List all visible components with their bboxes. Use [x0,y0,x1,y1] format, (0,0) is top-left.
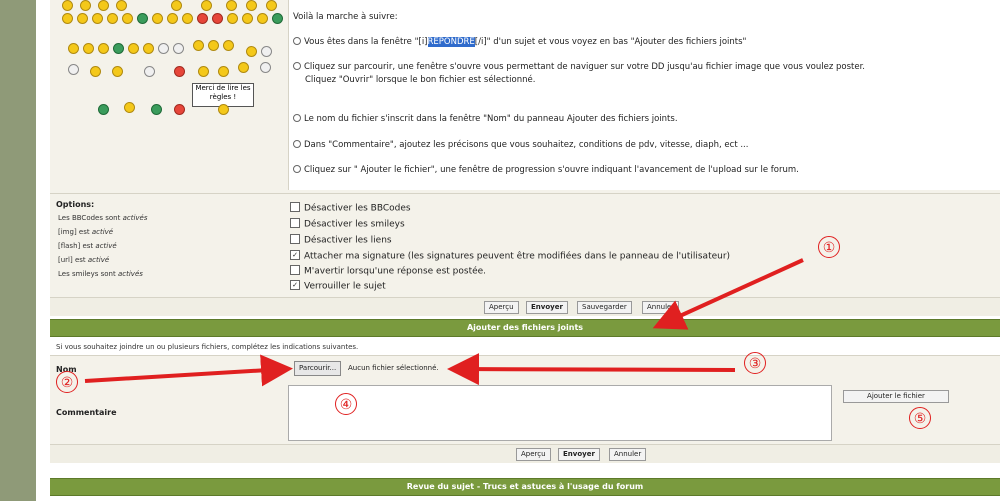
annotation-arrows [84,258,804,387]
annotation-number-3: ③ [744,352,766,374]
arrow-to-file-status [447,353,736,386]
arrow-to-browse [84,354,293,387]
annotation-number-1: ① [818,236,840,258]
annotation-number-2: ② [56,371,78,393]
arrow-to-attachments [652,258,804,330]
annotation-number-4: ④ [335,393,357,415]
annotation-number-5: ⑤ [909,407,931,429]
